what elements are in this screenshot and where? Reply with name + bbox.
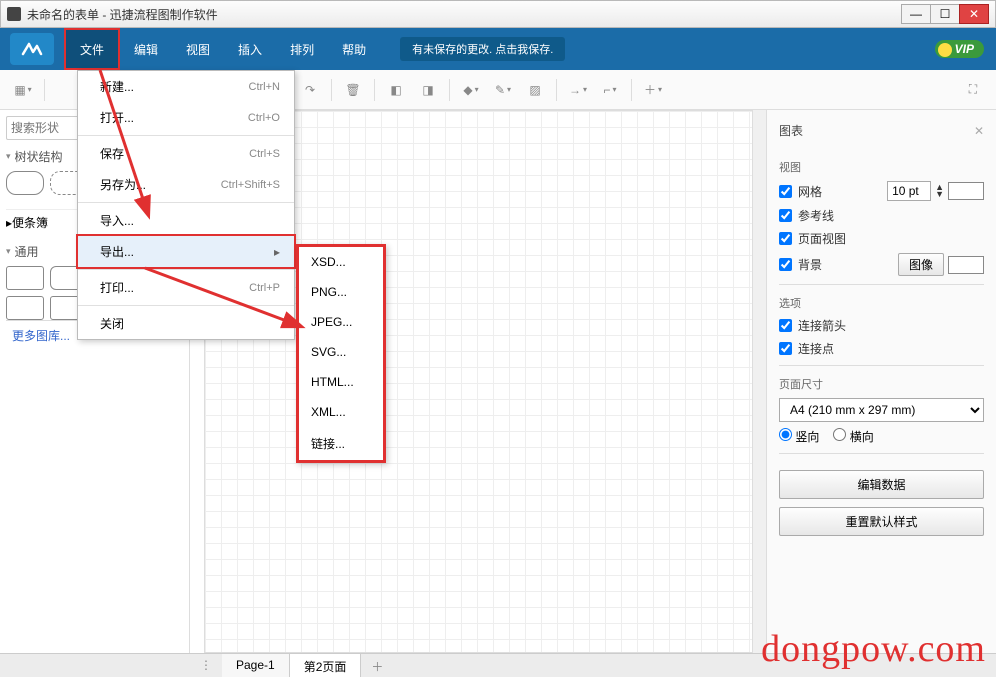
menu-file[interactable]: 文件 bbox=[64, 28, 120, 70]
pagesize-select[interactable]: A4 (210 mm x 297 mm) bbox=[779, 398, 984, 422]
layout-icon[interactable]: ▦ bbox=[8, 76, 38, 104]
conn-arrow-checkbox[interactable] bbox=[779, 319, 792, 332]
grid-color-swatch[interactable] bbox=[948, 182, 984, 200]
shape-rect[interactable] bbox=[6, 296, 44, 320]
menu-import[interactable]: 导入... bbox=[78, 205, 294, 236]
redo-icon[interactable]: ↷ bbox=[295, 76, 325, 104]
fill-icon[interactable]: ◆ bbox=[456, 76, 486, 104]
export-png[interactable]: PNG... bbox=[299, 277, 383, 307]
group-pagesize: 页面尺寸 bbox=[779, 376, 984, 392]
grid-checkbox[interactable] bbox=[779, 185, 792, 198]
menu-bar: 文件 编辑 视图 插入 排列 帮助 有未保存的更改. 点击我保存. VIP bbox=[0, 28, 996, 70]
maximize-button[interactable]: ☐ bbox=[930, 4, 960, 24]
menu-edit[interactable]: 编辑 bbox=[120, 28, 172, 70]
menu-insert[interactable]: 插入 bbox=[224, 28, 276, 70]
properties-panel: 图表 ✕ 视图 网格 ▲▼ 参考线 页面视图 背景 图像 选项 连接箭头 连接点 bbox=[766, 110, 996, 653]
app-logo bbox=[10, 33, 54, 65]
menu-open[interactable]: 打开...Ctrl+O bbox=[78, 102, 294, 133]
add-page-icon[interactable]: ＋ bbox=[361, 654, 393, 677]
connector-icon[interactable]: → bbox=[563, 76, 593, 104]
menu-new[interactable]: 新建...Ctrl+N bbox=[78, 71, 294, 102]
unsaved-hint[interactable]: 有未保存的更改. 点击我保存. bbox=[400, 37, 565, 61]
app-icon bbox=[7, 7, 21, 21]
watermark: dongpow.com bbox=[761, 627, 986, 671]
portrait-radio[interactable] bbox=[779, 428, 792, 441]
menu-export[interactable]: 导出...▸ bbox=[76, 234, 296, 269]
close-button[interactable]: ✕ bbox=[959, 4, 989, 24]
shape-pill[interactable] bbox=[6, 171, 44, 195]
export-xml[interactable]: XML... bbox=[299, 397, 383, 427]
shadow-icon[interactable]: ▨ bbox=[520, 76, 550, 104]
menu-save[interactable]: 保存Ctrl+S bbox=[78, 138, 294, 169]
menu-print[interactable]: 打印...Ctrl+P bbox=[78, 272, 294, 303]
back-icon[interactable]: ◨ bbox=[413, 76, 443, 104]
scrollbar-vertical[interactable] bbox=[752, 110, 766, 653]
grid-label: 网格 bbox=[798, 183, 822, 200]
tab-menu-icon[interactable]: ⋮ bbox=[190, 654, 222, 677]
vip-badge[interactable]: VIP bbox=[935, 40, 984, 58]
export-svg[interactable]: SVG... bbox=[299, 337, 383, 367]
export-html[interactable]: HTML... bbox=[299, 367, 383, 397]
front-icon[interactable]: ◧ bbox=[381, 76, 411, 104]
tab-page2[interactable]: 第2页面 bbox=[290, 654, 362, 677]
group-view: 视图 bbox=[779, 159, 984, 175]
window-titlebar: 未命名的表单 - 迅捷流程图制作软件 — ☐ ✕ bbox=[0, 0, 996, 28]
tab-page1[interactable]: Page-1 bbox=[222, 654, 290, 677]
shape-rect[interactable] bbox=[6, 266, 44, 290]
bg-color-swatch[interactable] bbox=[948, 256, 984, 274]
edit-data-button[interactable]: 编辑数据 bbox=[779, 470, 984, 499]
window-title: 未命名的表单 - 迅捷流程图制作软件 bbox=[27, 6, 902, 23]
export-jpeg[interactable]: JPEG... bbox=[299, 307, 383, 337]
grid-size-input[interactable] bbox=[887, 181, 931, 201]
delete-icon[interactable]: 🗑 bbox=[338, 76, 368, 104]
file-dropdown: 新建...Ctrl+N 打开...Ctrl+O 保存Ctrl+S 另存为...C… bbox=[77, 70, 295, 340]
menu-help[interactable]: 帮助 bbox=[328, 28, 380, 70]
panel-close-icon[interactable]: ✕ bbox=[974, 124, 984, 138]
background-checkbox[interactable] bbox=[779, 258, 792, 271]
group-options: 选项 bbox=[779, 295, 984, 311]
panel-title: 图表 bbox=[779, 122, 803, 139]
image-button[interactable]: 图像 bbox=[898, 253, 944, 276]
menu-close[interactable]: 关闭 bbox=[78, 308, 294, 339]
export-xsd[interactable]: XSD... bbox=[299, 247, 383, 277]
export-link[interactable]: 链接... bbox=[299, 427, 383, 460]
fullscreen-icon[interactable]: ⛶ bbox=[958, 76, 988, 104]
menu-saveas[interactable]: 另存为...Ctrl+Shift+S bbox=[78, 169, 294, 200]
menu-arrange[interactable]: 排列 bbox=[276, 28, 328, 70]
waypoint-icon[interactable]: ⌐ bbox=[595, 76, 625, 104]
pageview-checkbox[interactable] bbox=[779, 232, 792, 245]
minimize-button[interactable]: — bbox=[901, 4, 931, 24]
reset-style-button[interactable]: 重置默认样式 bbox=[779, 507, 984, 536]
pencil-icon[interactable]: ✎ bbox=[488, 76, 518, 104]
guides-checkbox[interactable] bbox=[779, 209, 792, 222]
menu-view[interactable]: 视图 bbox=[172, 28, 224, 70]
add-icon[interactable]: ＋ bbox=[638, 76, 668, 104]
landscape-radio[interactable] bbox=[833, 428, 846, 441]
conn-point-checkbox[interactable] bbox=[779, 342, 792, 355]
export-submenu: XSD... PNG... JPEG... SVG... HTML... XML… bbox=[296, 244, 386, 463]
